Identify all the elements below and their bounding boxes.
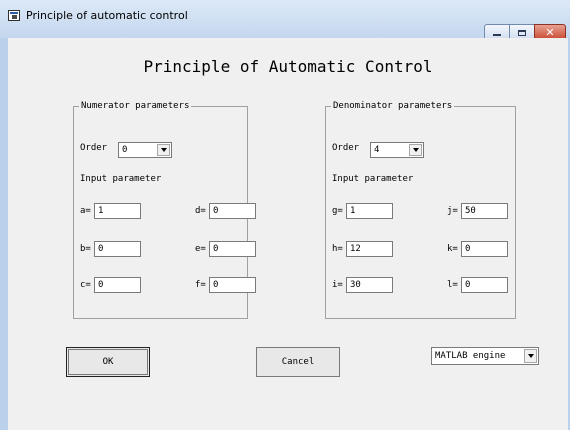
denominator-input-label: Input parameter bbox=[332, 174, 414, 184]
param-label-l: l= bbox=[447, 280, 458, 290]
denominator-order-label: Order bbox=[332, 143, 360, 153]
param-g-input[interactable]: 1 bbox=[346, 203, 393, 219]
param-label-k: k= bbox=[447, 244, 458, 254]
dropdown-arrow-icon[interactable] bbox=[157, 144, 170, 156]
page-title: Principle of Automatic Control bbox=[143, 57, 433, 76]
denominator-order-value: 4 bbox=[374, 145, 380, 155]
param-label-j: j= bbox=[447, 206, 458, 216]
window-title: Principle of automatic control bbox=[26, 9, 188, 22]
param-f-input[interactable]: 0 bbox=[209, 277, 256, 293]
dropdown-arrow-icon[interactable] bbox=[409, 144, 422, 156]
param-d-input[interactable]: 0 bbox=[209, 203, 256, 219]
param-label-c: c= bbox=[80, 280, 91, 290]
param-a-input[interactable]: 1 bbox=[94, 203, 141, 219]
param-label-f: f= bbox=[195, 280, 206, 290]
param-label-b: b= bbox=[80, 244, 91, 254]
numerator-input-label: Input parameter bbox=[80, 174, 162, 184]
param-label-g: g= bbox=[332, 206, 343, 216]
numerator-group-title: Numerator parameters bbox=[79, 100, 192, 112]
param-b-input[interactable]: 0 bbox=[94, 241, 141, 257]
numerator-order-value: 0 bbox=[122, 145, 128, 155]
param-label-e: e= bbox=[195, 244, 206, 254]
param-l-input[interactable]: 0 bbox=[461, 277, 508, 293]
param-i-input[interactable]: 30 bbox=[346, 277, 393, 293]
client-area: Principle of Automatic Control Numerator… bbox=[8, 38, 568, 430]
engine-select[interactable]: MATLAB engine bbox=[431, 347, 539, 365]
param-j-input[interactable]: 50 bbox=[461, 203, 508, 219]
app-window: Principle of automatic control ✕ Princip… bbox=[0, 0, 570, 430]
numerator-order-select[interactable]: 0 bbox=[118, 142, 172, 158]
cancel-button[interactable]: Cancel bbox=[256, 347, 340, 377]
minimize-icon bbox=[493, 34, 501, 36]
param-label-a: a= bbox=[80, 206, 91, 216]
denominator-group-title: Denominator parameters bbox=[331, 100, 455, 112]
close-icon: ✕ bbox=[545, 26, 555, 39]
param-c-input[interactable]: 0 bbox=[94, 277, 141, 293]
dropdown-arrow-icon[interactable] bbox=[524, 349, 537, 363]
param-label-h: h= bbox=[332, 244, 343, 254]
engine-select-value: MATLAB engine bbox=[435, 351, 506, 361]
param-e-input[interactable]: 0 bbox=[209, 241, 256, 257]
numerator-order-label: Order bbox=[80, 143, 108, 153]
denominator-order-select[interactable]: 4 bbox=[370, 142, 424, 158]
app-icon[interactable] bbox=[8, 10, 20, 21]
ok-button[interactable]: OK bbox=[66, 347, 150, 377]
param-h-input[interactable]: 12 bbox=[346, 241, 393, 257]
maximize-icon bbox=[518, 29, 526, 36]
param-k-input[interactable]: 0 bbox=[461, 241, 508, 257]
param-label-d: d= bbox=[195, 206, 206, 216]
param-label-i: i= bbox=[332, 280, 343, 290]
